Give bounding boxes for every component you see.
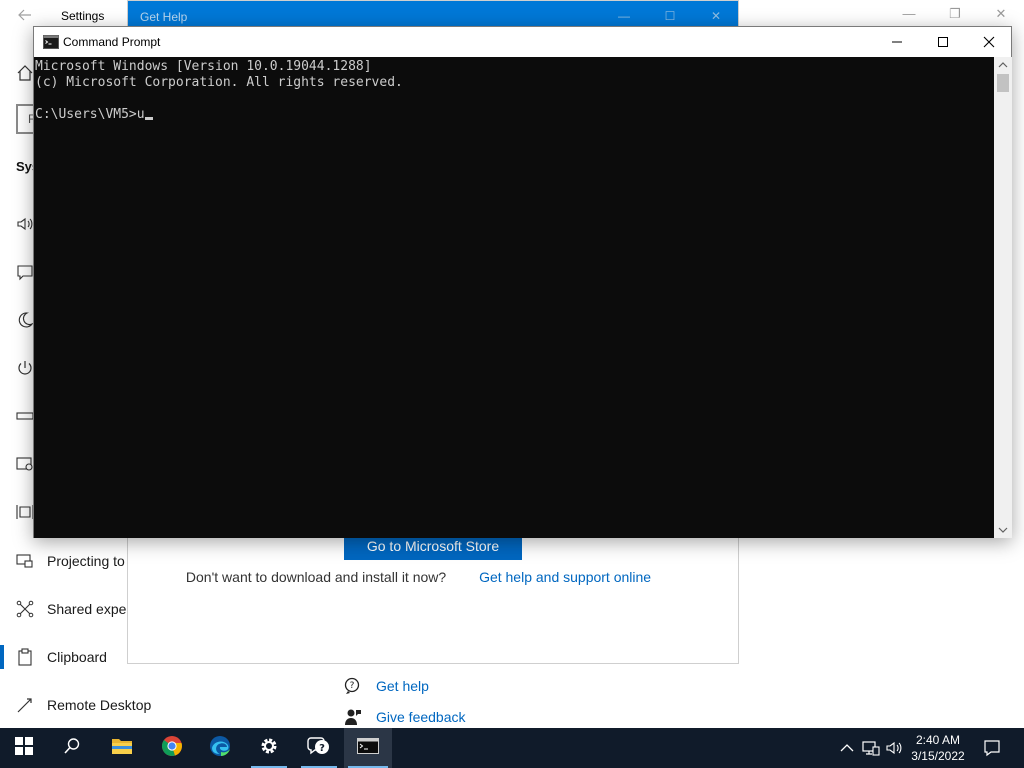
chrome-button[interactable]: [148, 728, 196, 768]
get-help-icon: ?: [307, 735, 331, 762]
tablet-icon[interactable]: [16, 455, 34, 478]
svg-text:?: ?: [319, 743, 325, 754]
get-help-button[interactable]: ?: [295, 728, 343, 768]
sidebar-item-label: Clipboard: [47, 649, 107, 665]
command-prompt-icon: [357, 737, 379, 759]
file-explorer-button[interactable]: [98, 728, 146, 768]
remote-desktop-icon: [16, 696, 34, 714]
multitasking-icon[interactable]: [16, 503, 34, 526]
notifications-icon[interactable]: [16, 263, 34, 286]
sidebar-item-label: Remote Desktop: [47, 697, 152, 713]
settings-close-button[interactable]: ✕: [992, 6, 1010, 24]
give-feedback-link[interactable]: Give feedback: [344, 706, 466, 728]
file-explorer-icon: [111, 737, 133, 760]
clock-time: 2:40 AM: [915, 733, 961, 747]
cmd-titlebar[interactable]: Command Prompt: [34, 27, 1011, 57]
show-hidden-icons-chevron-icon[interactable]: [838, 739, 856, 757]
settings-minimize-button[interactable]: —: [900, 6, 918, 24]
action-center-icon[interactable]: [983, 739, 1001, 757]
cmd-close-button[interactable]: [966, 27, 1012, 57]
edge-button[interactable]: [196, 728, 244, 768]
settings-button[interactable]: [245, 728, 293, 768]
shared-experiences-icon: [16, 600, 34, 618]
edge-icon: [209, 735, 231, 762]
taskbar-clock[interactable]: 2:40 AM 3/15/2022: [902, 732, 974, 764]
settings-restore-button[interactable]: ❐: [946, 6, 964, 24]
sidebar-item-label: Shared experiences: [47, 601, 127, 617]
sidebar-item-remote-desktop[interactable]: Remote Desktop: [0, 685, 320, 725]
sidebar-item-label: Projecting to this PC: [47, 553, 127, 569]
download-message: Don't want to download and install it no…: [128, 567, 738, 587]
cmd-vertical-scrollbar[interactable]: [994, 57, 1012, 538]
active-indicator: [0, 645, 4, 669]
console-input-line[interactable]: C:\Users\VM5>u: [35, 107, 993, 123]
scroll-up-arrow-icon[interactable]: [994, 57, 1012, 73]
command-prompt-app-icon: [43, 35, 59, 49]
home-icon[interactable]: [16, 64, 34, 87]
get-help-close-button[interactable]: ✕: [708, 9, 724, 25]
get-help-minimize-button[interactable]: —: [616, 9, 632, 25]
sound-icon[interactable]: [16, 215, 34, 238]
command-prompt-button[interactable]: [344, 728, 392, 768]
cmd-title: Command Prompt: [63, 35, 161, 49]
search-icon: [63, 737, 81, 760]
get-help-link[interactable]: ? Get help: [344, 675, 429, 697]
console-line: (c) Microsoft Corporation. All rights re…: [35, 75, 403, 90]
svg-text:?: ?: [350, 681, 355, 691]
console-output[interactable]: Microsoft Windows [Version 10.0.19044.12…: [34, 57, 994, 538]
get-help-title: Get Help: [140, 10, 188, 24]
clipboard-icon: [16, 648, 34, 666]
command-prompt-window: Command Prompt Microsoft Windows [Versio…: [33, 26, 1012, 538]
cmd-minimize-button[interactable]: [874, 27, 920, 57]
focus-assist-icon[interactable]: [16, 311, 34, 334]
storage-icon[interactable]: [16, 407, 34, 430]
start-icon: [15, 736, 33, 760]
back-arrow-icon[interactable]: [16, 6, 34, 24]
clock-date: 3/15/2022: [911, 749, 965, 763]
projecting-icon: [16, 552, 34, 570]
console-input[interactable]: u: [137, 107, 145, 122]
console-line: Microsoft Windows [Version 10.0.19044.12…: [35, 59, 372, 74]
scroll-down-arrow-icon[interactable]: [994, 522, 1012, 538]
power-sleep-icon[interactable]: [16, 359, 34, 382]
taskbar: ? 2:40 AM 3/15/2022: [0, 728, 1024, 768]
network-icon[interactable]: [862, 739, 880, 757]
give-feedback-icon: [344, 708, 362, 726]
cmd-maximize-button[interactable]: [920, 27, 966, 57]
console-prompt: C:\Users\VM5>: [35, 107, 137, 122]
get-help-icon: ?: [344, 677, 362, 695]
settings-title: Settings: [61, 9, 105, 23]
search-button[interactable]: [48, 728, 96, 768]
get-help-online-link[interactable]: Get help and support online: [450, 567, 680, 587]
scrollbar-thumb[interactable]: [997, 74, 1009, 92]
settings-gear-icon: [259, 736, 279, 761]
chrome-icon: [161, 735, 183, 762]
start-button[interactable]: [0, 728, 48, 768]
text-cursor: [144, 117, 153, 120]
get-help-maximize-button[interactable]: ☐: [662, 9, 678, 25]
volume-icon[interactable]: [885, 739, 903, 757]
